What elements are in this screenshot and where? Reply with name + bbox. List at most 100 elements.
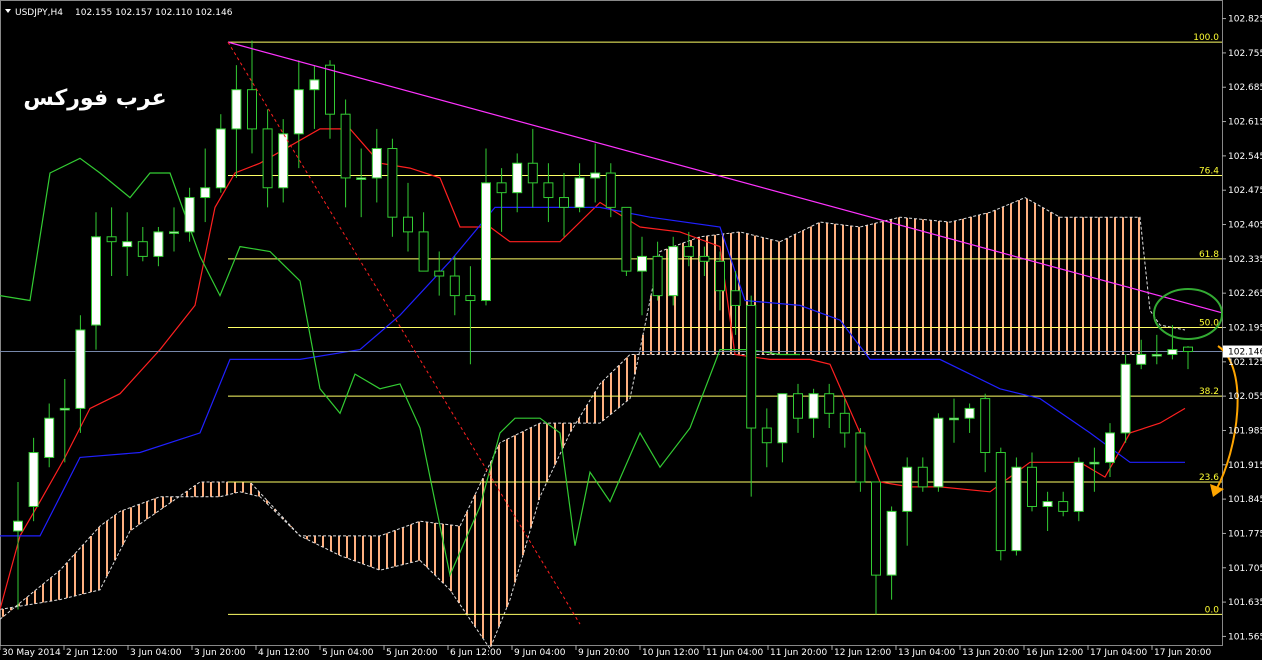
x-tick-label: 9 Jun 20:00 [578, 648, 630, 658]
candle-body [1027, 466, 1037, 507]
candle-body [512, 162, 523, 194]
candle-body [917, 466, 928, 488]
candle-body [933, 417, 944, 488]
y-tick-label: 101.985 [1228, 426, 1262, 436]
candle-body [715, 260, 725, 292]
y-tick-label: 101.915 [1228, 461, 1262, 471]
y-tick-label: 102.335 [1228, 255, 1262, 265]
candle-body [481, 182, 491, 302]
candle-body [559, 197, 569, 208]
candle-body [231, 89, 242, 130]
candle-body [59, 407, 70, 411]
candle-body [637, 255, 647, 272]
candle-body [371, 148, 382, 179]
y-tick-label: 102.755 [1228, 49, 1262, 59]
candle-body [855, 432, 866, 483]
x-tick-label: 30 May 2014 [2, 648, 61, 658]
y-tick-label: 102.545 [1228, 152, 1262, 162]
y-tick-label: 102.055 [1228, 392, 1262, 402]
x-tick-label: 9 Jun 04:00 [514, 648, 566, 658]
candle-body [262, 128, 273, 189]
x-tick-label: 3 Jun 20:00 [194, 648, 246, 658]
candle-body [1073, 461, 1084, 512]
y-tick-label: 102.195 [1228, 324, 1262, 334]
candle-body [496, 182, 507, 194]
candle-body [964, 407, 975, 419]
candle-body [590, 172, 601, 179]
candle-body [1151, 353, 1162, 357]
candle-body [418, 231, 429, 272]
candle-body [293, 89, 304, 135]
candle-body [621, 206, 632, 272]
x-tick-label: 13 Jun 04:00 [898, 648, 955, 658]
candle-body [1183, 346, 1193, 353]
candle-body [200, 187, 211, 199]
x-tick-label: 4 Jun 12:00 [258, 648, 310, 658]
x-tick-label: 5 Jun 04:00 [322, 648, 374, 658]
candle-body [434, 270, 445, 277]
y-tick-label: 101.845 [1228, 495, 1262, 505]
candle-body [683, 246, 694, 257]
x-tick-label: 17 Jun 04:00 [1090, 648, 1147, 658]
candle-body [449, 275, 460, 297]
y-tick-label: 101.705 [1228, 564, 1262, 574]
candle-body [1105, 432, 1115, 463]
candle-body [793, 393, 803, 419]
x-tick-label: 5 Jun 20:00 [386, 648, 438, 658]
candle-body [169, 231, 179, 234]
candle-body [13, 520, 23, 532]
candle-body [28, 452, 39, 507]
y-tick-label: 101.635 [1228, 598, 1262, 608]
ohlc-values: 102.155 102.157 102.110 102.146 [75, 8, 233, 18]
candle-body [44, 417, 55, 458]
candle-body [668, 246, 679, 297]
chart-canvas[interactable]: 100.076.461.850.038.223.60.0 102.825102.… [0, 0, 1262, 660]
x-tick-label: 11 Jun 04:00 [706, 648, 763, 658]
candle-body [886, 510, 897, 576]
candle-body [949, 417, 959, 421]
candle-body [309, 79, 320, 91]
candle-body [153, 231, 164, 257]
y-tick-label: 101.565 [1228, 632, 1262, 642]
x-tick-label: 3 Jun 04:00 [130, 648, 182, 658]
candle-body [730, 290, 741, 306]
candle-body [746, 304, 757, 429]
candle-body [824, 393, 835, 414]
candle-body [543, 182, 554, 199]
candle-body [340, 113, 351, 179]
x-tick-label: 17 Jun 20:00 [1154, 648, 1211, 658]
candle-body [871, 481, 881, 576]
candle-body [1136, 353, 1147, 365]
fib-level-label: 100.0 [1193, 33, 1219, 43]
candle-body [247, 89, 257, 130]
watermark-logo: عرب فوركس [23, 86, 166, 111]
candle-body [980, 398, 991, 454]
y-tick-label: 102.475 [1228, 186, 1262, 196]
candle-body [761, 427, 772, 444]
fib-level-label: 38.2 [1199, 387, 1219, 397]
candle-body [1120, 363, 1131, 434]
candle-body [184, 197, 195, 233]
candle-body [527, 162, 538, 184]
current-price-label: 102.146 [1228, 348, 1262, 358]
candle-body [652, 255, 663, 297]
candle-body [902, 466, 913, 512]
x-tick-label: 12 Jun 12:00 [834, 648, 891, 658]
candle-body [839, 412, 850, 434]
x-tick-label: 11 Jun 20:00 [770, 648, 827, 658]
candle-body [699, 255, 710, 262]
candle-body [1011, 466, 1022, 552]
candle-body [356, 177, 367, 180]
fib-level-label: 0.0 [1205, 605, 1220, 615]
candle-body [574, 177, 585, 208]
x-tick-label: 2 Jun 12:00 [66, 648, 118, 658]
candle-body [122, 241, 133, 248]
candle-body [1058, 501, 1069, 512]
symbol-label[interactable]: USDJPY,H4 [15, 8, 63, 18]
x-tick-label: 13 Jun 20:00 [962, 648, 1019, 658]
candle-body [325, 64, 335, 115]
candle-body [777, 393, 788, 444]
candle-body [808, 393, 819, 419]
y-tick-label: 102.615 [1228, 118, 1262, 128]
candle-body [106, 236, 117, 243]
